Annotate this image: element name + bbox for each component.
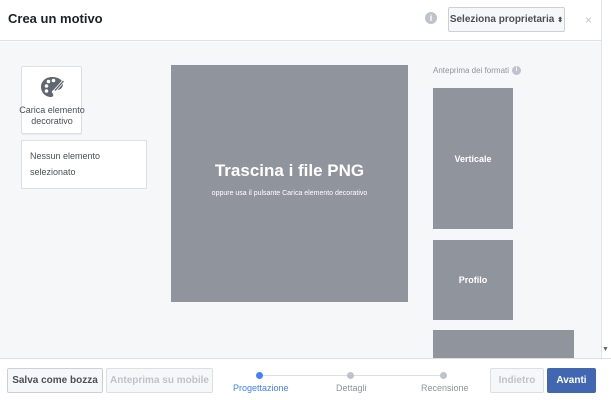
step-label-design[interactable]: Progettazione bbox=[233, 383, 289, 393]
progress-line bbox=[259, 375, 349, 376]
upload-element-label: Carica elemento decorativo bbox=[19, 105, 85, 126]
save-draft-button[interactable]: Salva come bozza bbox=[7, 368, 103, 393]
preview-vertical: Verticale bbox=[433, 88, 513, 229]
owner-select[interactable]: Seleziona proprietaria ⬍ bbox=[448, 7, 565, 32]
step-label-review[interactable]: Recensione bbox=[421, 383, 469, 393]
close-icon[interactable]: × bbox=[585, 14, 592, 26]
format-preview-label: Anteprima dei formati bbox=[433, 66, 510, 75]
dropzone-subtitle: oppure usa il pulsante Carica elemento d… bbox=[211, 190, 368, 197]
back-button[interactable]: Indietro bbox=[490, 368, 544, 393]
format-preview-heading: Anteprima dei formati i bbox=[433, 66, 522, 75]
scroll-down-arrow-icon[interactable]: ▼ bbox=[602, 346, 609, 353]
step-dot-design bbox=[256, 372, 263, 379]
dialog-footer: Salva come bozza Anteprima su mobile Pro… bbox=[0, 358, 611, 400]
editor-area: Carica elemento decorativo Nessun elemen… bbox=[0, 42, 601, 358]
info-icon[interactable]: i bbox=[425, 12, 437, 24]
info-icon[interactable]: i bbox=[512, 66, 522, 75]
chevron-updown-icon: ⬍ bbox=[557, 16, 564, 24]
step-label-details[interactable]: Dettagli bbox=[336, 383, 367, 393]
selection-text-line1: Nessun elemento bbox=[30, 151, 101, 161]
next-button[interactable]: Avanti bbox=[547, 368, 596, 393]
dialog-title: Crea un motivo bbox=[8, 11, 103, 26]
step-dot-review bbox=[440, 372, 447, 379]
dialog-header: Crea un motivo i Seleziona proprietaria … bbox=[0, 0, 601, 41]
scrollbar[interactable] bbox=[601, 0, 611, 358]
step-dot-details bbox=[347, 372, 354, 379]
create-frame-dialog: Crea un motivo i Seleziona proprietaria … bbox=[0, 0, 601, 400]
mobile-preview-button[interactable]: Anteprima su mobile bbox=[106, 368, 213, 393]
selection-panel: Nessun elemento selezionato bbox=[21, 140, 147, 189]
dropzone-title: Trascina i file PNG bbox=[214, 161, 365, 180]
preview-landscape bbox=[433, 330, 574, 358]
preview-profile: Profilo bbox=[433, 240, 513, 320]
owner-select-label: Seleziona proprietaria bbox=[449, 14, 555, 25]
png-dropzone[interactable]: Trascina i file PNG oppure usa il pulsan… bbox=[171, 65, 408, 302]
progress-line bbox=[351, 375, 443, 376]
selection-text-line2: selezionato bbox=[30, 167, 76, 177]
palette-icon bbox=[41, 77, 65, 97]
